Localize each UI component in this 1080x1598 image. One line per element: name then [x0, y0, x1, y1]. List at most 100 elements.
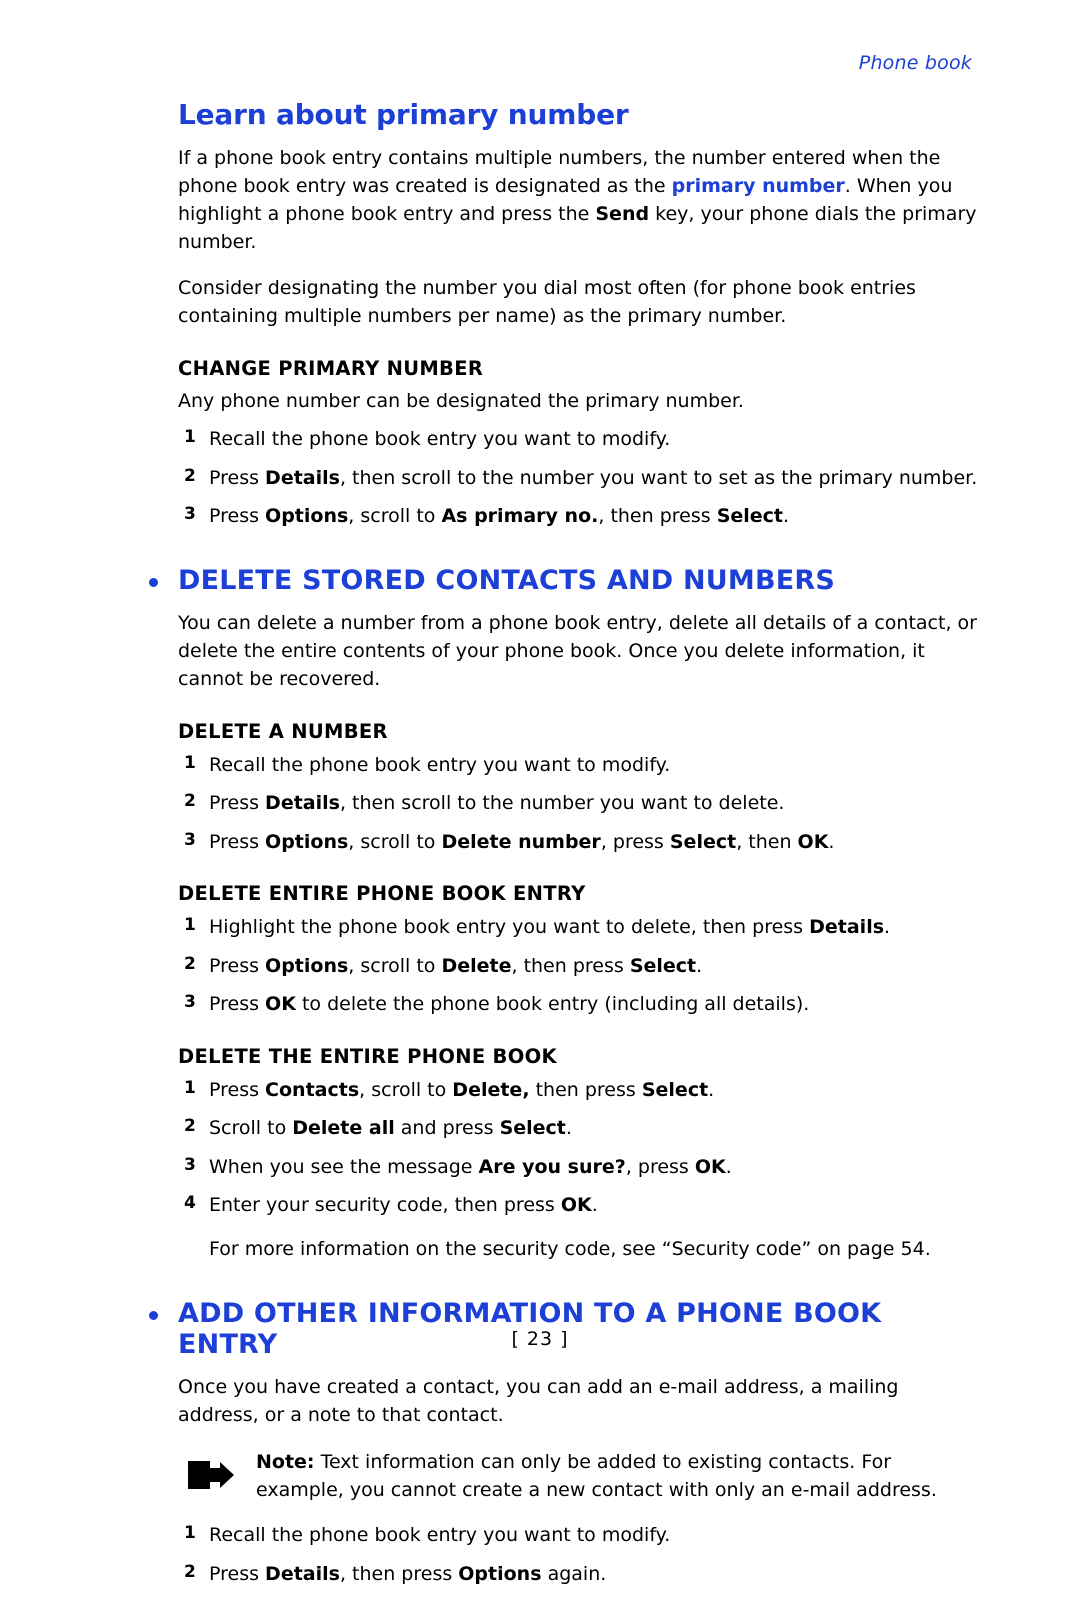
- list-item: 4 Enter your security code, then press OK…: [178, 1191, 978, 1220]
- step-text: Highlight the phone book entry you want …: [209, 916, 810, 939]
- steps-delete-a-number: 1 Recall the phone book entry you want to…: [178, 751, 978, 857]
- bullet-dot-icon: [149, 577, 158, 587]
- step-text: , press: [625, 1155, 695, 1178]
- step-number: 1: [184, 915, 196, 936]
- step-text: Press: [209, 1078, 266, 1101]
- step-text: Press: [209, 792, 266, 815]
- step-text: Recall the phone book entry you want to …: [209, 753, 671, 776]
- step-text: Enter your security code, then press: [209, 1194, 561, 1217]
- step-bold: Options: [265, 505, 349, 528]
- note-block: Note: Text information can only be added…: [178, 1449, 978, 1505]
- list-item: 3 Press Options, scroll to Delete number,…: [178, 828, 978, 857]
- note-body: Text information can only be added to ex…: [256, 1451, 937, 1502]
- step-text: , then press: [339, 1562, 459, 1585]
- step-bold: Details: [265, 466, 340, 489]
- step-bold: Options: [265, 954, 349, 977]
- step-text: .: [565, 1117, 572, 1140]
- step-text: , scroll to: [359, 1078, 453, 1101]
- step-text: , then press: [598, 505, 717, 528]
- step-number: 3: [184, 1154, 196, 1175]
- step-text: .: [696, 954, 703, 977]
- step-bold: Details: [809, 916, 885, 939]
- paragraph-primary-number-intro: If a phone book entry contains multiple …: [178, 145, 978, 257]
- list-item: 2 Press Details, then press Options again…: [178, 1560, 978, 1589]
- subheading-delete-a-number: DELETE A NUMBER: [178, 719, 388, 743]
- paragraph-change-primary-number-intro: Any phone number can be designated the p…: [178, 389, 744, 412]
- step-number: 2: [184, 1116, 196, 1137]
- list-item: 2 Press Details, then scroll to the numbe…: [178, 789, 978, 818]
- list-item: 2 Press Details, then scroll to the numbe…: [178, 464, 978, 493]
- step-bold: Details: [265, 792, 340, 815]
- pointing-hand-icon: [186, 1455, 238, 1495]
- step-bold: OK: [265, 993, 296, 1016]
- step-bold: Delete: [441, 954, 512, 977]
- step-bold: Select: [641, 1078, 709, 1101]
- paragraph-add-other-info-intro: Once you have created a contact, you can…: [178, 1375, 899, 1426]
- step-bold: OK: [560, 1194, 592, 1217]
- step-bold: Details: [265, 1562, 340, 1585]
- step-text: , then press: [511, 954, 630, 977]
- step-bold: Options: [265, 830, 349, 853]
- key-send: Send: [595, 202, 650, 225]
- subheading-delete-entire-phone-book: DELETE THE ENTIRE PHONE BOOK: [178, 1044, 557, 1068]
- step-text: Scroll to: [209, 1117, 293, 1140]
- list-item: 1 Recall the phone book entry you want to…: [178, 425, 978, 454]
- step-bold: OK: [797, 830, 829, 853]
- document-page: Phone book Learn about primary number If…: [0, 0, 1080, 1585]
- step-bold: Select: [629, 954, 697, 977]
- step-text: Press: [209, 1562, 266, 1585]
- list-item: 2 Scroll to Delete all and press Select.: [178, 1114, 978, 1143]
- step-number: 3: [184, 829, 196, 850]
- step-bold: Delete number: [441, 830, 601, 853]
- heading-block-delete-stored: DELETE STORED CONTACTS AND NUMBERS: [145, 565, 978, 596]
- step-text: Press: [209, 954, 266, 977]
- step-bold: Select: [716, 505, 784, 528]
- paragraph-primary-number-consider: Consider designating the number you dial…: [178, 276, 916, 327]
- step-text: .: [884, 916, 891, 939]
- step-text: and press: [394, 1117, 500, 1140]
- step-bold: Select: [499, 1117, 566, 1140]
- step-bold: Delete,: [452, 1078, 530, 1101]
- step-text: then press: [529, 1078, 642, 1101]
- paragraph-security-code-reference: For more information on the security cod…: [209, 1237, 931, 1260]
- step-bold: Contacts: [265, 1078, 360, 1101]
- step-text: , then: [736, 830, 798, 853]
- step-text: , scroll to: [348, 954, 442, 977]
- step-bold: Delete all: [292, 1117, 395, 1140]
- step-text: , press: [600, 830, 670, 853]
- note-label: Note:: [256, 1451, 315, 1474]
- highlight-primary-number: primary number: [671, 174, 845, 197]
- list-item: 3 Press Options, scroll to As primary no.…: [178, 502, 978, 531]
- list-item: 3 Press OK to delete the phone book entry…: [178, 990, 978, 1019]
- step-bold: Are you sure?: [478, 1155, 626, 1178]
- step-number: 1: [184, 1523, 196, 1544]
- step-bold: OK: [694, 1155, 726, 1178]
- step-number: 2: [184, 953, 196, 974]
- step-text: , then scroll to the number you want to …: [339, 466, 978, 489]
- step-number: 1: [184, 427, 196, 448]
- list-item: 3 When you see the message Are you sure?,…: [178, 1153, 978, 1182]
- step-number: 1: [184, 1077, 196, 1098]
- steps-add-other-info: 1 Recall the phone book entry you want to…: [178, 1521, 978, 1588]
- step-number: 2: [184, 1561, 196, 1582]
- steps-delete-entire-phone-book: 1 Press Contacts, scroll to Delete, then …: [178, 1076, 978, 1220]
- steps-delete-entire-entry: 1 Highlight the phone book entry you want…: [178, 913, 978, 1019]
- step-number: 3: [184, 504, 196, 525]
- step-number: 4: [184, 1193, 196, 1214]
- list-item: 1 Highlight the phone book entry you want…: [178, 913, 978, 942]
- paragraph-delete-stored-intro: You can delete a number from a phone boo…: [178, 611, 977, 690]
- step-text: Recall the phone book entry you want to …: [209, 1524, 671, 1547]
- subheading-delete-entire-entry: DELETE ENTIRE PHONE BOOK ENTRY: [178, 882, 586, 906]
- step-text: .: [783, 505, 790, 528]
- running-head: Phone book: [858, 52, 972, 74]
- list-item: 1 Recall the phone book entry you want to…: [178, 1521, 978, 1550]
- step-text: Recall the phone book entry you want to …: [209, 428, 671, 451]
- step-number: 3: [184, 992, 196, 1013]
- bullet-dot-icon: [149, 1310, 158, 1320]
- step-text: again.: [541, 1562, 607, 1585]
- step-text: Press: [209, 993, 266, 1016]
- section-title-primary-number: Learn about primary number: [178, 98, 629, 131]
- page-content: Learn about primary number If a phone bo…: [149, 98, 978, 1598]
- step-text: Press: [209, 466, 266, 489]
- step-text: , then scroll to the number you want to …: [339, 792, 785, 815]
